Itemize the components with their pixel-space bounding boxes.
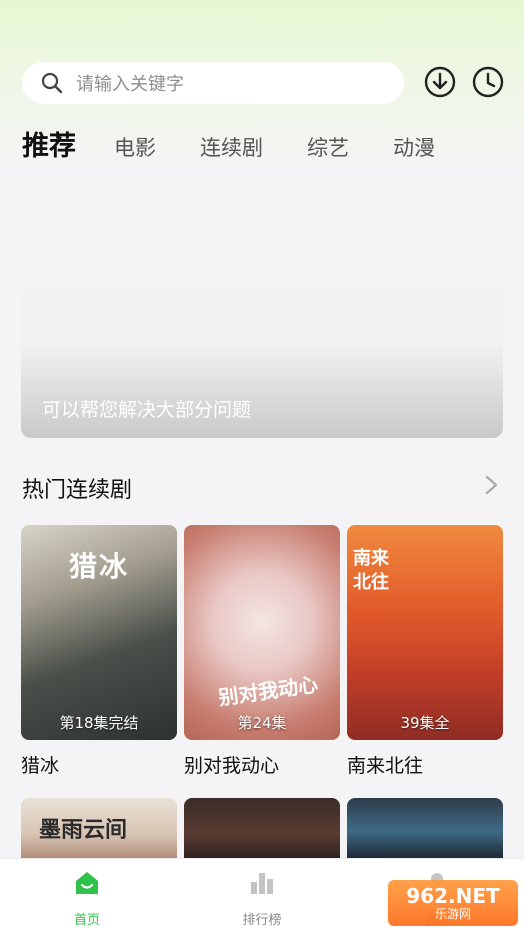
section-title: 热门连续剧 xyxy=(22,478,133,503)
show-card[interactable]: 墨雨云间 xyxy=(21,798,177,858)
show-poster xyxy=(347,798,503,858)
nav-ranking[interactable]: 排行榜 xyxy=(212,869,312,928)
watermark-line2: 乐游网 xyxy=(434,907,471,921)
home-icon xyxy=(76,872,98,894)
chevron-right-icon[interactable] xyxy=(482,473,502,497)
show-poster: 墨雨云间 xyxy=(21,798,177,858)
history-icon[interactable] xyxy=(472,66,504,98)
search-bar[interactable]: 请输入关键字 xyxy=(22,62,404,104)
poster-title: 南来北往 xyxy=(353,548,389,593)
search-icon xyxy=(41,72,63,94)
banner-caption: 可以帮您解决大部分问题 xyxy=(42,399,252,421)
watermark: 962.NET 乐游网 xyxy=(388,880,518,926)
promo-banner[interactable]: 可以帮您解决大部分问题 xyxy=(21,170,503,438)
tab-series[interactable]: 连续剧 xyxy=(200,132,263,162)
watermark-line1: 962.NET xyxy=(406,884,500,908)
show-name: 别对我动心 xyxy=(184,755,280,777)
poster-title: 别对我动心 xyxy=(217,672,320,710)
show-poster xyxy=(184,798,340,858)
tab-variety[interactable]: 综艺 xyxy=(307,132,349,162)
category-tabs: 推荐 电影 连续剧 综艺 动漫 xyxy=(22,124,479,163)
show-card[interactable]: 猎冰 第18集完结 猎冰 xyxy=(21,525,177,778)
episode-badge: 第24集 xyxy=(237,714,287,732)
episode-badge: 第18集完结 xyxy=(59,714,139,732)
search-placeholder: 请输入关键字 xyxy=(76,74,184,95)
download-icon[interactable] xyxy=(424,66,456,98)
tab-recommended[interactable]: 推荐 xyxy=(22,124,76,163)
tab-movies[interactable]: 电影 xyxy=(114,132,156,162)
tab-anime[interactable]: 动漫 xyxy=(393,132,435,162)
poster-title: 墨雨云间 xyxy=(39,817,128,843)
show-name: 猎冰 xyxy=(21,755,60,777)
show-poster: 别对我动心 第24集 xyxy=(184,525,340,740)
show-card[interactable]: 别对我动心 第24集 别对我动心 xyxy=(184,525,340,778)
show-card[interactable] xyxy=(184,798,340,858)
show-card[interactable]: 南来北往 39集全 南来北往 xyxy=(347,525,503,778)
nav-label: 排行榜 xyxy=(242,913,282,928)
ranking-icon xyxy=(251,873,273,894)
nav-home[interactable]: 首页 xyxy=(37,869,137,928)
nav-label: 首页 xyxy=(73,913,100,928)
episode-badge: 39集全 xyxy=(400,714,450,732)
poster-title: 猎冰 xyxy=(69,550,130,583)
show-poster: 猎冰 第18集完结 xyxy=(21,525,177,740)
show-name: 南来北往 xyxy=(347,755,424,777)
show-poster: 南来北往 39集全 xyxy=(347,525,503,740)
show-card[interactable] xyxy=(347,798,503,858)
